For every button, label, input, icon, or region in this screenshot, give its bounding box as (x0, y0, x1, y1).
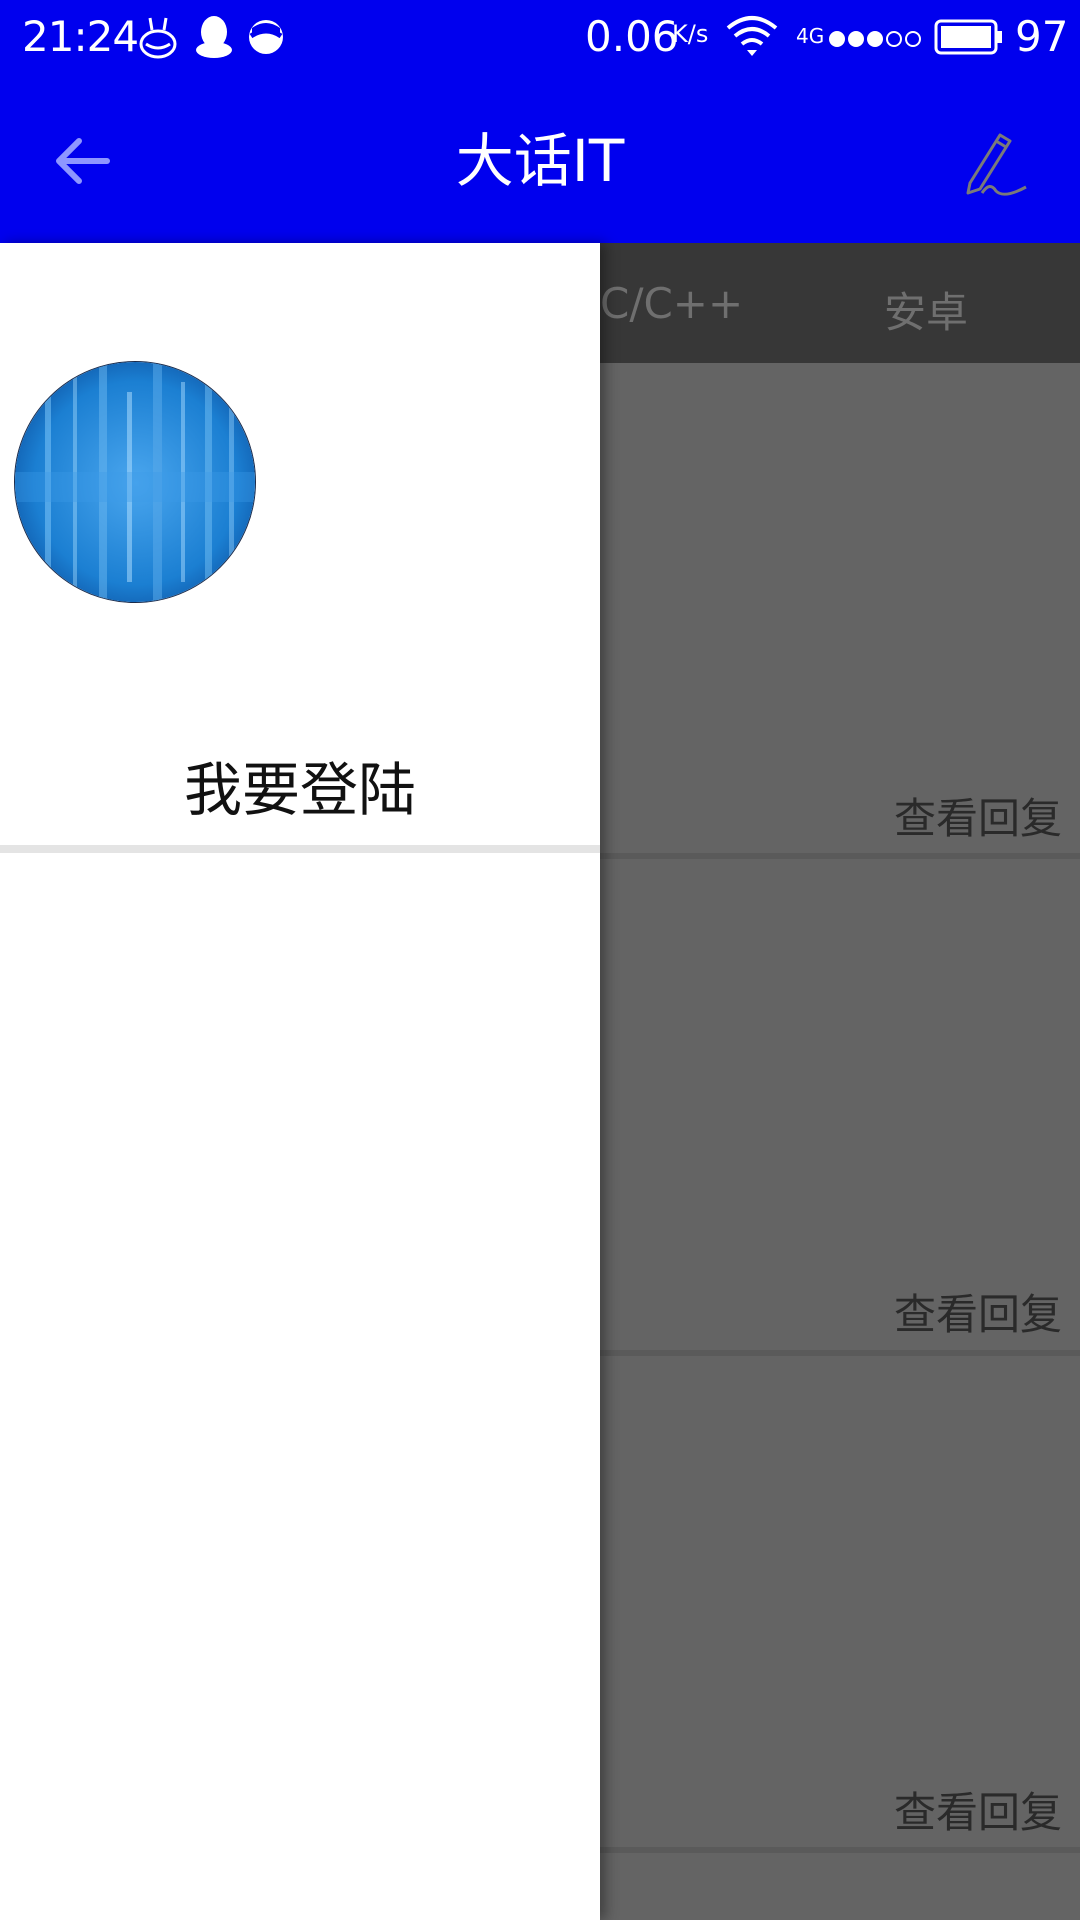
drawer-divider (0, 845, 600, 853)
battery-level: 97 (1015, 12, 1069, 61)
net-speed: 0.06 (585, 12, 679, 61)
screen: 21:24 0.06 K/s 4G 97 大话IT C/C++ 安卓 查看回复 … (0, 0, 1080, 1920)
avatar-image (15, 362, 255, 602)
net-speed-unit: K/s (672, 20, 709, 48)
view-replies-link[interactable]: 查看回复 (894, 785, 1062, 846)
status-bar: 21:24 0.06 K/s 4G 97 (0, 0, 1080, 75)
view-replies-link[interactable]: 查看回复 (894, 1281, 1062, 1342)
qq-icon (196, 16, 232, 58)
wifi-icon (726, 16, 778, 56)
pen-icon[interactable] (960, 123, 1040, 203)
half-circle-app-icon (249, 20, 283, 54)
app-bar: 大话IT (0, 75, 1080, 243)
view-replies-link[interactable]: 查看回复 (894, 1779, 1062, 1840)
status-time: 21:24 (22, 12, 139, 61)
login-button[interactable]: 我要登陆 (0, 743, 600, 827)
avatar[interactable] (14, 361, 256, 603)
app-title: 大话IT (455, 127, 625, 195)
bunny-app-icon (139, 17, 177, 59)
navigation-drawer: 我要登陆 (0, 243, 600, 1920)
network-type: 4G (796, 24, 825, 48)
tab-android[interactable]: 安卓 (884, 279, 968, 340)
battery-icon (934, 19, 1002, 55)
tab-cpp[interactable]: C/C++ (600, 279, 743, 328)
signal-strength-icon (829, 31, 921, 47)
